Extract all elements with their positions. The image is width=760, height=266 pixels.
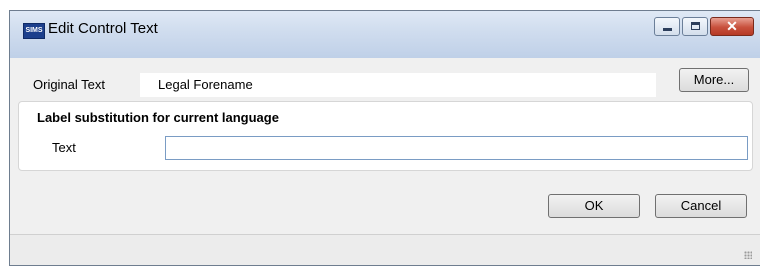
- ok-button[interactable]: OK: [548, 194, 640, 218]
- resize-grip-icon[interactable]: [744, 251, 752, 259]
- status-bar: [10, 235, 760, 265]
- original-text-value-box: Legal Forename: [140, 73, 656, 97]
- text-input[interactable]: [165, 136, 748, 160]
- edit-control-text-dialog: SIMS Edit Control Text ✕ Original Text L…: [9, 10, 760, 266]
- close-button[interactable]: ✕: [710, 17, 754, 36]
- title-bar[interactable]: SIMS Edit Control Text ✕: [10, 11, 760, 58]
- text-label: Text: [52, 140, 76, 155]
- group-title: Label substitution for current language: [37, 110, 279, 125]
- label-substitution-group: Label substitution for current language …: [18, 101, 753, 171]
- window-title: Edit Control Text: [48, 20, 158, 37]
- window-controls: ✕: [652, 17, 754, 37]
- minimize-button[interactable]: [654, 17, 680, 36]
- cancel-button[interactable]: Cancel: [655, 194, 747, 218]
- more-button[interactable]: More...: [679, 68, 749, 92]
- maximize-button[interactable]: [682, 17, 708, 36]
- original-text-label: Original Text: [33, 77, 106, 92]
- original-text-value: Legal Forename: [158, 77, 253, 92]
- minimize-icon: [663, 28, 672, 31]
- original-text-section: Original Text Legal Forename More...: [10, 58, 760, 101]
- sims-app-icon: SIMS: [23, 23, 45, 39]
- close-icon: ✕: [726, 18, 738, 34]
- maximize-icon: [691, 22, 700, 30]
